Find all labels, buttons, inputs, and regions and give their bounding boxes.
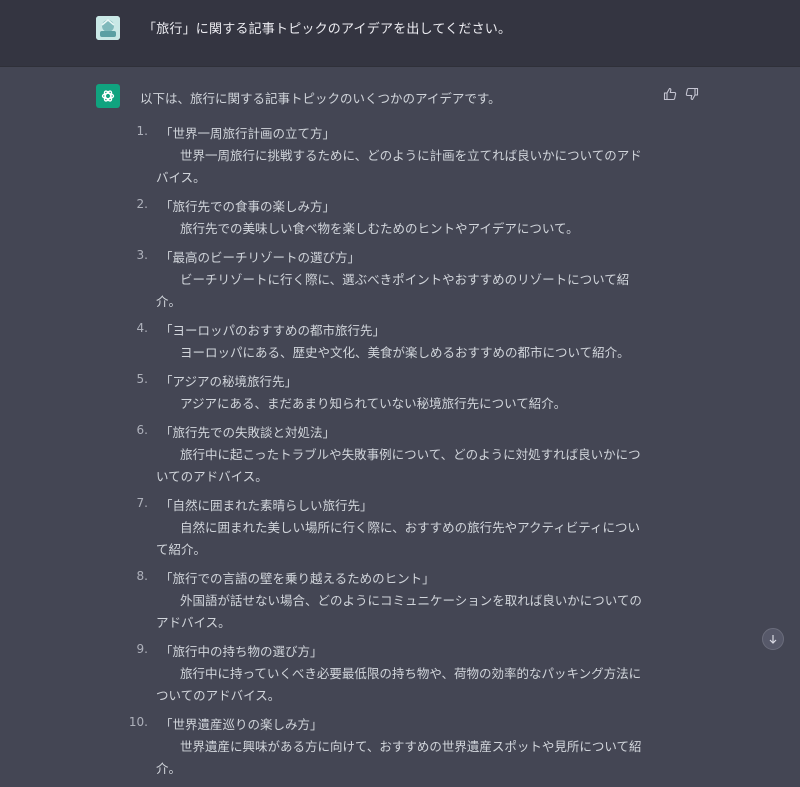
topic-description: アジアにある、まだあまり知られていない秘境旅行先について紹介。 [180, 396, 567, 411]
topic-description: 世界一周旅行に挑戦するために、どのように計画を立てれば良いかについてのアドバイス… [156, 148, 642, 185]
topic-list: 1. 「世界一周旅行計画の立て方」 世界一周旅行に挑戦するために、どのように計画… [120, 123, 660, 787]
list-number: 3. [136, 248, 148, 262]
topic-description: 旅行中に持っていくべき必要最低限の持ち物や、荷物の効率的なパッキング方法について… [156, 666, 642, 703]
thumbs-up-icon [663, 87, 677, 101]
list-number: 5. [136, 372, 148, 386]
user-avatar-icon [96, 16, 120, 40]
thumbs-down-button[interactable] [684, 86, 700, 102]
topic-title: 「ヨーロッパのおすすめの都市旅行先」 [160, 323, 386, 338]
topic-description: ヨーロッパにある、歴史や文化、美食が楽しめるおすすめの都市について紹介。 [180, 345, 630, 360]
thumbs-up-button[interactable] [662, 86, 678, 102]
assistant-avatar [96, 84, 120, 108]
scroll-to-bottom-button[interactable] [762, 628, 784, 650]
topic-description: 旅行先での美味しい食べ物を楽しむためのヒントやアイデアについて。 [180, 221, 579, 236]
list-item: 4. 「ヨーロッパのおすすめの都市旅行先」 ヨーロッパにある、歴史や文化、美食が… [120, 320, 660, 364]
list-number: 8. [136, 569, 148, 583]
list-number: 1. [136, 124, 148, 138]
list-item: 1. 「世界一周旅行計画の立て方」 世界一周旅行に挑戦するために、どのように計画… [120, 123, 660, 189]
list-number: 10. [128, 715, 148, 729]
list-number: 4. [136, 321, 148, 335]
list-number: 9. [136, 642, 148, 656]
list-item: 5. 「アジアの秘境旅行先」 アジアにある、まだあまり知られていない秘境旅行先に… [120, 371, 660, 415]
list-number: 6. [136, 423, 148, 437]
list-number: 2. [136, 197, 148, 211]
thumbs-down-icon [685, 87, 699, 101]
user-message-text: 「旅行」に関する記事トピックのアイデアを出してください。 [143, 22, 512, 37]
list-item: 3. 「最高のビーチリゾートの選び方」 ビーチリゾートに行く際に、選ぶべきポイン… [120, 247, 660, 313]
list-item: 8. 「旅行での言語の壁を乗り越えるためのヒント」 外国語が話せない場合、どのよ… [120, 568, 660, 634]
topic-title: 「世界一周旅行計画の立て方」 [160, 126, 336, 141]
list-item: 2. 「旅行先での食事の楽しみ方」 旅行先での美味しい食べ物を楽しむためのヒント… [120, 196, 660, 240]
topic-title: 「旅行先での失敗談と対処法」 [160, 425, 336, 440]
list-number: 7. [136, 496, 148, 510]
topic-description: ビーチリゾートに行く際に、選ぶべきポイントやおすすめのリゾートについて紹介。 [156, 272, 630, 309]
list-item: 9. 「旅行中の持ち物の選び方」 旅行中に持っていくべき必要最低限の持ち物や、荷… [120, 641, 660, 707]
list-item: 7. 「自然に囲まれた素晴らしい旅行先」 自然に囲まれた美しい場所に行く際に、お… [120, 495, 660, 561]
topic-title: 「旅行での言語の壁を乗り越えるためのヒント」 [160, 571, 435, 586]
user-avatar [96, 16, 120, 40]
topic-title: 「世界遺産巡りの楽しみ方」 [160, 717, 323, 732]
topic-title: 「旅行先での食事の楽しみ方」 [160, 199, 336, 214]
topic-title: 「最高のビーチリゾートの選び方」 [160, 250, 361, 265]
topic-title: 「自然に囲まれた素晴らしい旅行先」 [160, 498, 373, 513]
openai-logo-icon [101, 90, 115, 102]
topic-description: 旅行中に起こったトラブルや失敗事例について、どのように対処すれば良いかについての… [156, 447, 641, 484]
list-item: 10. 「世界遺産巡りの楽しみ方」 世界遺産に興味がある方に向けて、おすすめの世… [120, 714, 660, 780]
user-message-row: 「旅行」に関する記事トピックのアイデアを出してください。 [0, 0, 800, 67]
topic-description: 外国語が話せない場合、どのようにコミュニケーションを取れば良いかについてのアドバ… [156, 593, 642, 630]
arrow-down-icon [769, 635, 777, 644]
topic-title: 「旅行中の持ち物の選び方」 [160, 644, 323, 659]
topic-title: 「アジアの秘境旅行先」 [160, 374, 298, 389]
list-item: 6. 「旅行先での失敗談と対処法」 旅行中に起こったトラブルや失敗事例について、… [120, 422, 660, 488]
assistant-intro-text: 以下は、旅行に関する記事トピックのいくつかのアイデアです。 [140, 91, 501, 106]
topic-description: 自然に囲まれた美しい場所に行く際に、おすすめの旅行先やアクティビティについて紹介… [156, 520, 641, 557]
topic-description: 世界遺産に興味がある方に向けて、おすすめの世界遺産スポットや見所について紹介。 [156, 739, 642, 776]
assistant-message-row: 以下は、旅行に関する記事トピックのいくつかのアイデアです。 1. 「世界一周旅行… [0, 67, 800, 776]
